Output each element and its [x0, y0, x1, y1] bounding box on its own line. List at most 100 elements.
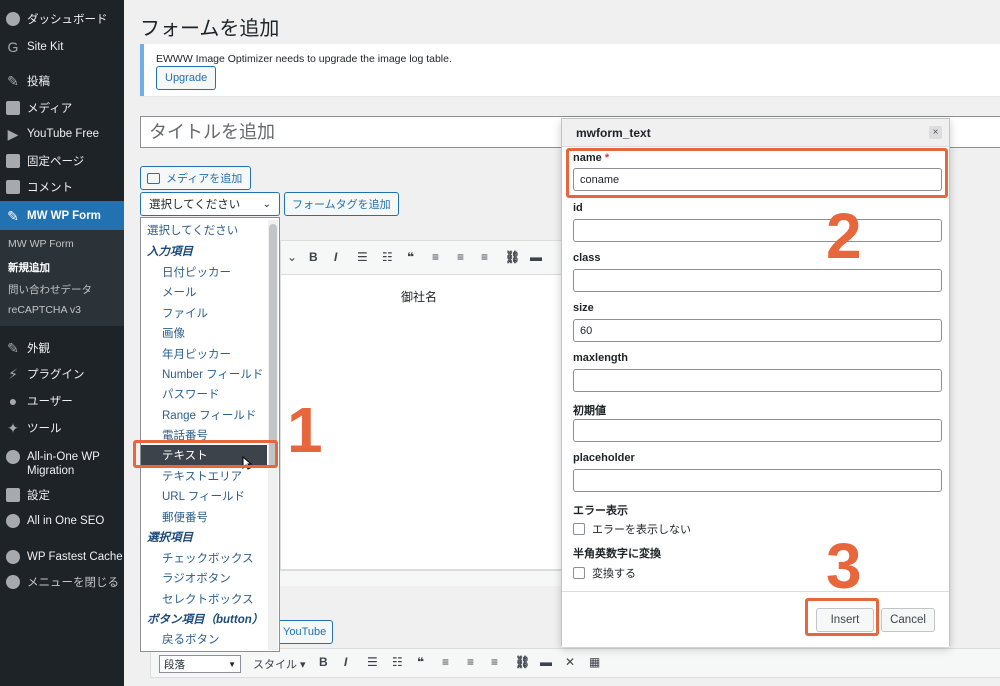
google-g-icon: G	[7, 39, 19, 55]
hide-error-checkbox[interactable]	[573, 523, 585, 535]
close-icon[interactable]: ×	[929, 126, 942, 139]
size-input[interactable]: 60	[573, 319, 942, 342]
step-number-1: 1	[287, 394, 323, 466]
dropdown-option[interactable]: 年月ピッカー	[141, 344, 267, 364]
scrollbar-thumb[interactable]	[269, 224, 277, 468]
cache-icon	[6, 550, 20, 564]
format-select[interactable]: 段落 ▼	[159, 655, 241, 673]
submenu-inquiry-data[interactable]: 問い合わせデータ	[8, 282, 92, 297]
class-input[interactable]	[573, 269, 942, 292]
class-label: class	[573, 252, 601, 264]
sidebar-item-mw-wp-form[interactable]: ✎ MW WP Form	[0, 201, 124, 231]
sidebar-item-plugins[interactable]: ⚡ プラグイン	[0, 361, 124, 387]
sidebar-item-fastest-cache[interactable]: WP Fastest Cache	[0, 544, 124, 570]
align-left-icon[interactable]: ≡	[432, 250, 439, 264]
add-form-tag-button[interactable]: フォームタグを追加	[284, 192, 399, 216]
dialog-header: mwform_text ×	[562, 119, 949, 147]
bullet-list-icon[interactable]: ☰	[357, 250, 368, 264]
maxlength-label: maxlength	[573, 352, 629, 364]
keyboard-icon[interactable]: ▦	[589, 655, 600, 669]
sidebar-item-comments[interactable]: コメント	[0, 174, 124, 200]
page-icon	[6, 154, 20, 168]
blockquote-icon[interactable]: ❝	[407, 250, 414, 264]
upgrade-notice: EWWW Image Optimizer needs to upgrade th…	[140, 44, 1000, 96]
appearance-icon: ✎	[7, 340, 19, 356]
bold-icon[interactable]: B	[309, 250, 318, 264]
sidebar-item-users[interactable]: ● ユーザー	[0, 388, 124, 414]
placeholder-label: placeholder	[573, 452, 635, 464]
dropdown-option[interactable]: 画像	[141, 323, 267, 343]
bold-icon[interactable]: B	[319, 655, 328, 669]
dropdown-option[interactable]: メール	[141, 282, 267, 302]
convert-checkbox[interactable]	[573, 567, 585, 579]
link-icon[interactable]: ⛓	[515, 655, 530, 669]
submenu-add-new[interactable]: 新規追加	[8, 260, 50, 275]
hide-error-option[interactable]: エラーを表示しない	[573, 521, 691, 537]
sidebar-item-dashboard[interactable]: ダッシュボード	[0, 6, 124, 32]
form-tag-select[interactable]: 選択してください ⌄	[140, 192, 280, 216]
dropdown-option[interactable]: ラジオボタン	[141, 568, 267, 588]
dropdown-option[interactable]: 郵便番号	[141, 507, 267, 527]
sidebar-item-seo[interactable]: All in One SEO	[0, 508, 124, 534]
convert-label: 半角英数字に変換	[573, 548, 661, 560]
dropdown-group-label: 入力項目	[147, 246, 193, 258]
fullscreen-icon[interactable]: ✕	[565, 655, 575, 669]
dropdown-option[interactable]: Range フィールド	[141, 405, 267, 425]
youtube-button[interactable]: YouTube	[276, 620, 334, 644]
sidebar-item-youtube-free[interactable]: ▶ YouTube Free	[0, 121, 124, 147]
sidebar-item-appearance[interactable]: ✎ 外観	[0, 335, 124, 361]
initial-value-label: 初期値	[573, 405, 606, 417]
dropdown-option[interactable]: 選択してください	[141, 220, 267, 240]
align-right-icon[interactable]: ≡	[491, 655, 498, 669]
upgrade-button[interactable]: Upgrade	[156, 66, 217, 90]
bullet-list-icon[interactable]: ☰	[367, 655, 378, 669]
initial-value-input[interactable]	[573, 419, 942, 442]
cancel-button[interactable]: Cancel	[881, 608, 935, 632]
style-select[interactable]: スタイル ▾	[253, 656, 306, 672]
form-tag-dropdown-list[interactable]: 選択してください 入力項目 日付ピッカー メール ファイル 画像 年月ピッカー …	[140, 217, 280, 652]
dropdown-option[interactable]: パスワード	[141, 384, 267, 404]
id-input[interactable]	[573, 219, 942, 242]
sidebar-item-posts[interactable]: ✎ 投稿	[0, 68, 124, 94]
chevron-down-icon[interactable]: ⌄	[287, 250, 297, 264]
placeholder-input[interactable]	[573, 469, 942, 492]
dropdown-option[interactable]: Number フィールド	[141, 364, 267, 384]
link-icon[interactable]: ⛓	[505, 250, 520, 264]
dropdown-option[interactable]: URL フィールド	[141, 486, 267, 506]
media-icon	[6, 101, 20, 115]
align-right-icon[interactable]: ≡	[481, 250, 488, 264]
submenu-mw-wp-form[interactable]: MW WP Form	[8, 238, 74, 250]
content-editor[interactable]: ⌄ B I ☰ ☷ ❝ ≡ ≡ ≡ ⛓ ▬ 御社名	[280, 240, 565, 570]
submenu-recaptcha[interactable]: reCAPTCHA v3	[8, 304, 81, 316]
chevron-down-icon: ▼	[228, 659, 236, 669]
dropdown-option[interactable]: 戻るボタン	[141, 629, 267, 649]
maxlength-input[interactable]	[573, 369, 942, 392]
more-tag-icon[interactable]: ▬	[540, 655, 552, 669]
numbered-list-icon[interactable]: ☷	[382, 250, 393, 264]
dropdown-scrollbar[interactable]	[268, 220, 278, 650]
dropdown-option[interactable]: セレクトボックス	[141, 589, 267, 609]
sidebar-item-site-kit[interactable]: G Site Kit	[0, 34, 124, 60]
dashboard-icon	[6, 12, 20, 26]
id-label: id	[573, 202, 583, 214]
dropdown-option[interactable]: 日付ピッカー	[141, 262, 267, 282]
sidebar-item-settings[interactable]: 設定	[0, 482, 124, 508]
dropdown-option[interactable]: ファイル	[141, 303, 267, 323]
align-center-icon[interactable]: ≡	[457, 250, 464, 264]
numbered-list-icon[interactable]: ☷	[392, 655, 403, 669]
sidebar-item-migration[interactable]: All-in-One WP Migration	[0, 446, 124, 482]
align-left-icon[interactable]: ≡	[442, 655, 449, 669]
align-center-icon[interactable]: ≡	[467, 655, 474, 669]
sidebar-item-media[interactable]: メディア	[0, 95, 124, 121]
more-tag-icon[interactable]: ▬	[530, 250, 542, 264]
add-media-button[interactable]: メディアを追加	[140, 166, 252, 190]
sidebar-item-pages[interactable]: 固定ページ	[0, 148, 124, 174]
sidebar-collapse-menu[interactable]: メニューを閉じる	[0, 569, 124, 595]
dropdown-option[interactable]: チェックボックス	[141, 548, 267, 568]
convert-option[interactable]: 変換する	[573, 565, 636, 581]
italic-icon[interactable]: I	[344, 655, 347, 669]
italic-icon[interactable]: I	[334, 250, 337, 264]
dropdown-group-label: ボタン項目（button）	[147, 614, 264, 626]
sidebar-item-tools[interactable]: ✦ ツール	[0, 415, 124, 441]
blockquote-icon[interactable]: ❝	[417, 655, 424, 669]
